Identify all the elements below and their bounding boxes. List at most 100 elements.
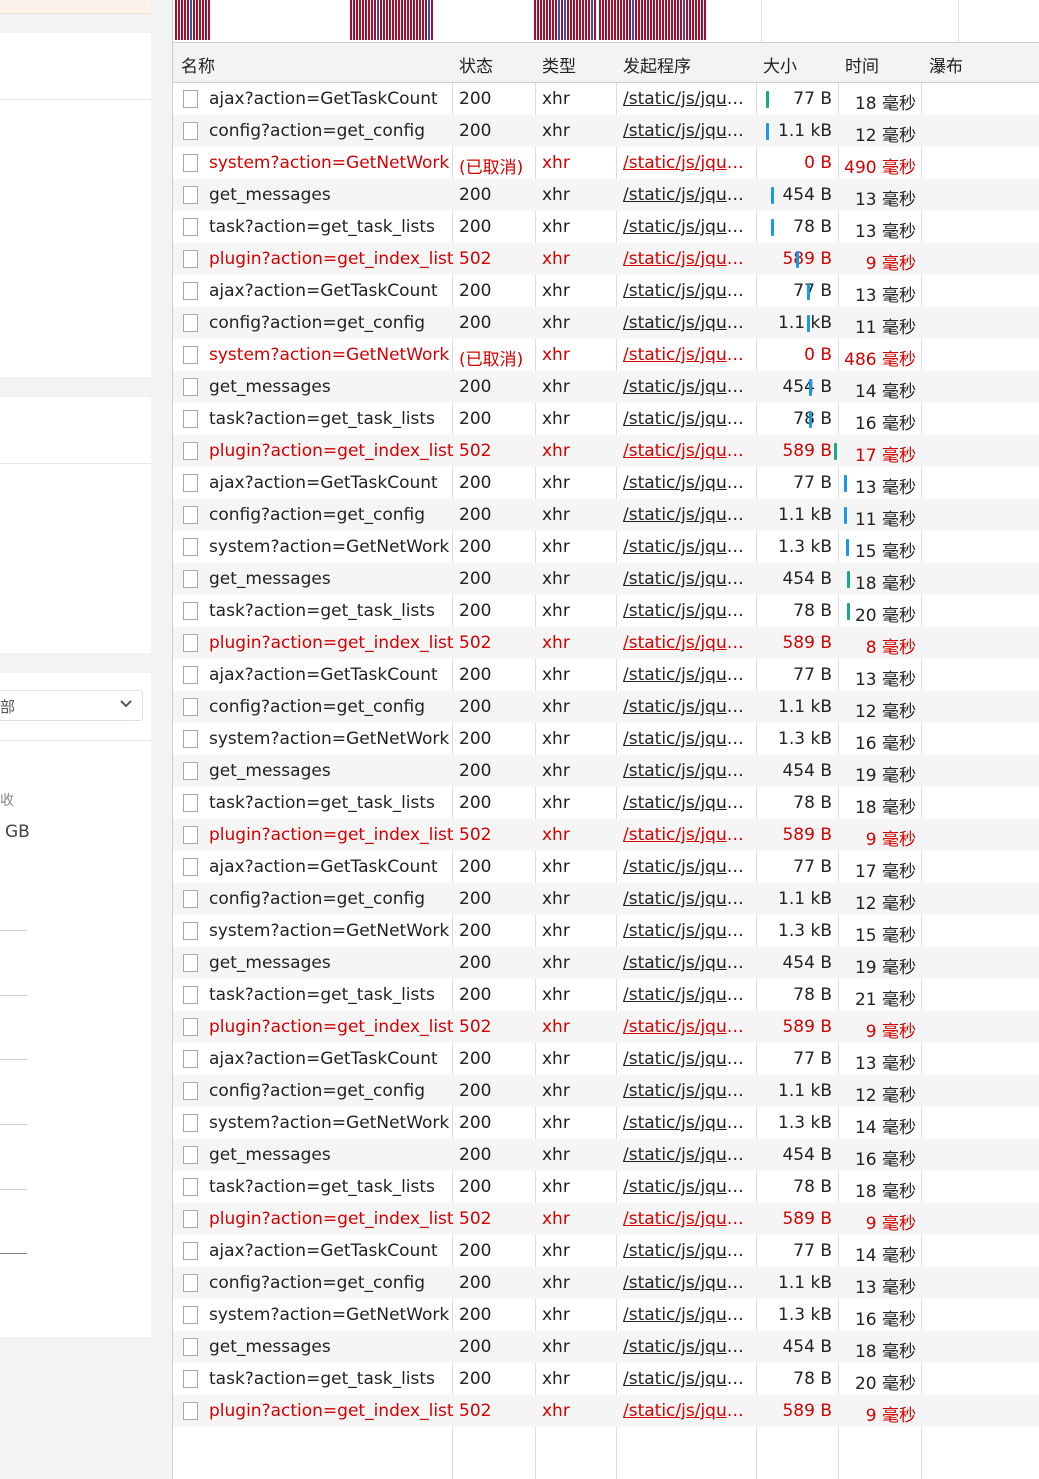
request-type: xhr — [542, 441, 570, 461]
table-row[interactable]: get_messages 200 xhr/static/js/jquery 454 B… — [173, 371, 1039, 403]
table-row[interactable]: config?action=get_config 200 xhr/static/js… — [173, 499, 1039, 531]
table-row[interactable]: plugin?action=get_index_list 502 xhr/stati… — [173, 435, 1039, 467]
table-row[interactable]: plugin?action=get_index_list 502 xhr/stati… — [173, 1203, 1039, 1235]
table-row[interactable]: task?action=get_task_lists 200 xhr/static/… — [173, 1171, 1039, 1203]
request-initiator-link[interactable]: /static/js/jquery — [623, 1305, 749, 1325]
request-initiator-link[interactable]: /static/js/jquery — [623, 985, 749, 1005]
request-initiator-link[interactable]: /static/js/jquery — [623, 217, 749, 237]
request-initiator-link[interactable]: /static/js/jquery — [623, 665, 749, 685]
table-row[interactable]: ajax?action=GetTaskCount 200 xhr/static/js… — [173, 83, 1039, 115]
column-header-type[interactable]: 类型 — [542, 52, 576, 77]
request-initiator-link[interactable]: /static/js/jquery — [623, 729, 749, 749]
request-initiator-link[interactable]: /static/js/jquery — [623, 249, 749, 269]
request-initiator-link[interactable]: /static/js/jquery — [623, 953, 749, 973]
network-overview-timeline[interactable] — [173, 0, 1039, 43]
column-header-status[interactable]: 状态 — [459, 52, 493, 77]
table-row[interactable]: plugin?action=get_index_list 502 xhr/stati… — [173, 627, 1039, 659]
table-row[interactable]: task?action=get_task_lists 200 xhr/static/… — [173, 403, 1039, 435]
request-initiator-link[interactable]: /static/js/jquery — [623, 889, 749, 909]
table-row[interactable]: plugin?action=get_index_list 502 xhr/stati… — [173, 1011, 1039, 1043]
table-row[interactable]: system?action=GetNetWork 200 xhr/static/js… — [173, 1107, 1039, 1139]
request-initiator-link[interactable]: /static/js/jquery — [623, 633, 749, 653]
table-row[interactable]: config?action=get_config 200 xhr/static/js… — [173, 115, 1039, 147]
request-initiator-link[interactable]: /static/js/jquery — [623, 697, 749, 717]
request-status: 200 — [459, 281, 492, 301]
request-initiator-link[interactable]: /static/js/jquery — [623, 185, 749, 205]
request-initiator-link[interactable]: /static/js/jquery — [623, 441, 749, 461]
request-status: 200 — [459, 1049, 492, 1069]
request-initiator-link[interactable]: /static/js/jquery — [623, 1049, 749, 1069]
table-row[interactable]: task?action=get_task_lists 200 xhr/static/… — [173, 211, 1039, 243]
table-row[interactable]: get_messages 200 xhr/static/js/jquery 454 B… — [173, 1331, 1039, 1363]
request-initiator-link[interactable]: /static/js/jquery — [623, 153, 749, 173]
request-initiator-link[interactable]: /static/js/jquery — [623, 825, 749, 845]
column-header-waterfall[interactable]: 瀑布 — [929, 52, 963, 77]
table-row[interactable]: ajax?action=GetTaskCount 200 xhr/static/js… — [173, 851, 1039, 883]
table-row[interactable]: get_messages 200 xhr/static/js/jquery 454 B… — [173, 755, 1039, 787]
table-row[interactable]: system?action=GetNetWork 200 xhr/static/js… — [173, 1299, 1039, 1331]
overview-request-bar — [647, 0, 649, 40]
request-initiator-link[interactable]: /static/js/jquery — [623, 857, 749, 877]
table-row[interactable]: task?action=get_task_lists 200 xhr/static/… — [173, 1363, 1039, 1395]
table-row[interactable]: get_messages 200 xhr/static/js/jquery 454 B… — [173, 947, 1039, 979]
table-row[interactable]: plugin?action=get_index_list 502 xhr/stati… — [173, 819, 1039, 851]
request-initiator-link[interactable]: /static/js/jquery — [623, 89, 749, 109]
request-initiator-link[interactable]: /static/js/jquery — [623, 473, 749, 493]
table-row[interactable]: ajax?action=GetTaskCount 200 xhr/static/js… — [173, 275, 1039, 307]
request-initiator-link[interactable]: /static/js/jquery — [623, 1369, 749, 1389]
request-initiator-link[interactable]: /static/js/jquery — [623, 121, 749, 141]
request-initiator-link[interactable]: /static/js/jquery — [623, 1209, 749, 1229]
table-row[interactable]: config?action=get_config 200 xhr/static/js… — [173, 1075, 1039, 1107]
request-initiator-link[interactable]: /static/js/jquery — [623, 601, 749, 621]
request-initiator-link[interactable]: /static/js/jquery — [623, 761, 749, 781]
column-header-time[interactable]: 时间 — [845, 52, 879, 77]
table-row[interactable]: get_messages 200 xhr/static/js/jquery 454 B… — [173, 179, 1039, 211]
table-row[interactable]: config?action=get_config 200 xhr/static/js… — [173, 1267, 1039, 1299]
request-initiator-link[interactable]: /static/js/jquery — [623, 1337, 749, 1357]
table-row[interactable]: ajax?action=GetTaskCount 200 xhr/static/js… — [173, 1043, 1039, 1075]
table-row[interactable]: system?action=GetNetWork 200 xhr/static/js… — [173, 915, 1039, 947]
column-header-name[interactable]: 名称 — [181, 52, 215, 77]
table-row[interactable]: ajax?action=GetTaskCount 200 xhr/static/js… — [173, 659, 1039, 691]
request-initiator-link[interactable]: /static/js/jquery — [623, 793, 749, 813]
table-row[interactable]: system?action=GetNetWork 200 xhr/static/js… — [173, 531, 1039, 563]
table-row[interactable]: plugin?action=get_index_list 502 xhr/stati… — [173, 1395, 1039, 1427]
request-initiator-link[interactable]: /static/js/jquery — [623, 1241, 749, 1261]
table-row[interactable]: get_messages 200 xhr/static/js/jquery 454 B… — [173, 1139, 1039, 1171]
table-row[interactable]: config?action=get_config 200 xhr/static/js… — [173, 883, 1039, 915]
table-row[interactable]: config?action=get_config 200 xhr/static/js… — [173, 307, 1039, 339]
request-initiator-link[interactable]: /static/js/jquery — [623, 1273, 749, 1293]
request-initiator-link[interactable]: /static/js/jquery — [623, 1177, 749, 1197]
request-time: 18 毫秒 — [854, 94, 916, 114]
request-time: 9 毫秒 — [865, 1406, 916, 1426]
table-row[interactable]: ajax?action=GetTaskCount 200 xhr/static/js… — [173, 1235, 1039, 1267]
request-initiator-link[interactable]: /static/js/jquery — [623, 1113, 749, 1133]
request-initiator-link[interactable]: /static/js/jquery — [623, 537, 749, 557]
column-header-size[interactable]: 大小 — [763, 52, 797, 77]
request-initiator-link[interactable]: /static/js/jquery — [623, 345, 749, 365]
table-row[interactable]: system?action=GetNetWork (已取消) xhr/static/… — [173, 339, 1039, 371]
filter-select[interactable]: 部 — [0, 690, 143, 721]
table-row[interactable]: system?action=GetNetWork 200 xhr/static/js… — [173, 723, 1039, 755]
table-row[interactable]: get_messages 200 xhr/static/js/jquery 454 B… — [173, 563, 1039, 595]
column-header-initiator[interactable]: 发起程序 — [623, 52, 691, 77]
table-row[interactable]: config?action=get_config 200 xhr/static/js… — [173, 691, 1039, 723]
request-initiator-link[interactable]: /static/js/jquery — [623, 281, 749, 301]
request-initiator-link[interactable]: /static/js/jquery — [623, 505, 749, 525]
request-initiator-link[interactable]: /static/js/jquery — [623, 409, 749, 429]
request-size: 454 B — [782, 761, 832, 781]
request-initiator-link[interactable]: /static/js/jquery — [623, 313, 749, 333]
request-initiator-link[interactable]: /static/js/jquery — [623, 377, 749, 397]
table-row[interactable]: system?action=GetNetWork (已取消) xhr/static/… — [173, 147, 1039, 179]
table-row[interactable]: plugin?action=get_index_list 502 xhr/stati… — [173, 243, 1039, 275]
table-row[interactable]: task?action=get_task_lists 200 xhr/static/… — [173, 787, 1039, 819]
request-initiator-link[interactable]: /static/js/jquery — [623, 921, 749, 941]
request-initiator-link[interactable]: /static/js/jquery — [623, 1145, 749, 1165]
request-initiator-link[interactable]: /static/js/jquery — [623, 569, 749, 589]
table-row[interactable]: task?action=get_task_lists 200 xhr/static/… — [173, 979, 1039, 1011]
table-row[interactable]: task?action=get_task_lists 200 xhr/static/… — [173, 595, 1039, 627]
table-row[interactable]: ajax?action=GetTaskCount 200 xhr/static/js… — [173, 467, 1039, 499]
request-initiator-link[interactable]: /static/js/jquery — [623, 1017, 749, 1037]
request-initiator-link[interactable]: /static/js/jquery — [623, 1081, 749, 1101]
request-initiator-link[interactable]: /static/js/jquery — [623, 1401, 749, 1421]
